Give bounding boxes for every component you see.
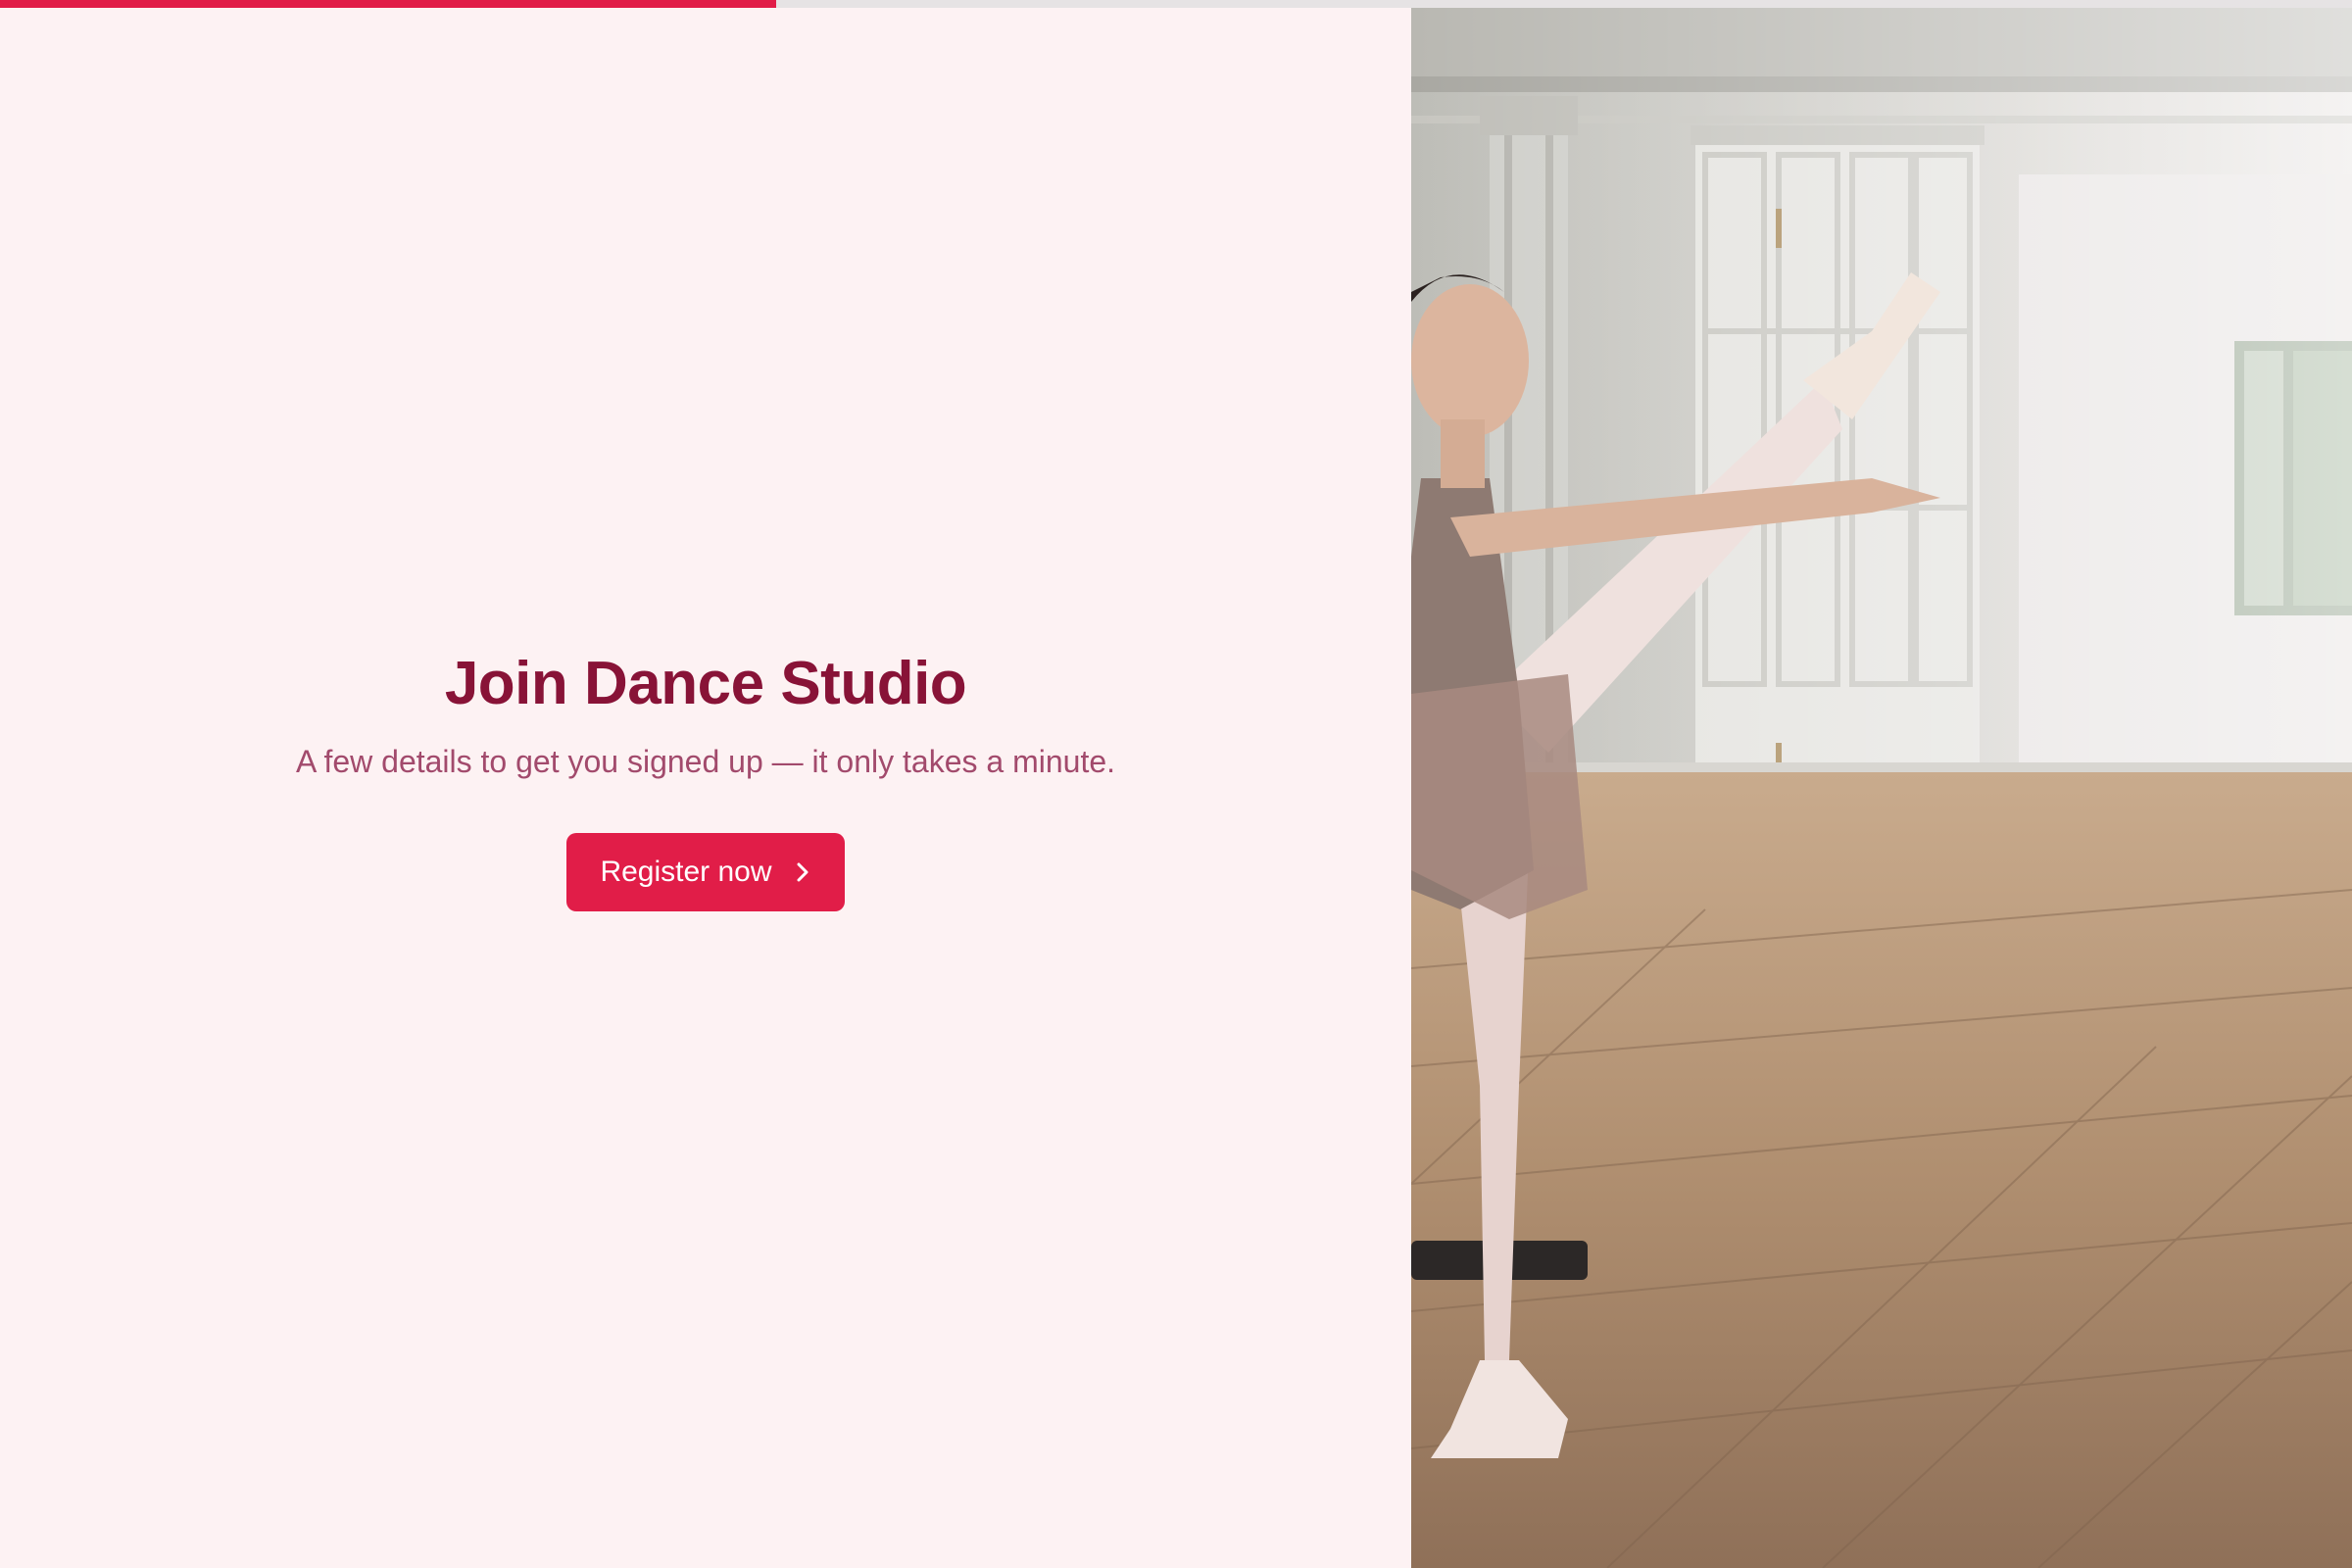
progress-bar [0, 0, 2352, 8]
ballerina-studio-photo [1411, 8, 2352, 1568]
chevron-right-icon [794, 861, 811, 883]
progress-bar-fill [0, 0, 776, 8]
register-now-button[interactable]: Register now [566, 833, 845, 911]
left-panel: Join Dance Studio A few details to get y… [0, 8, 1411, 1568]
hero-content: Join Dance Studio A few details to get y… [0, 645, 1411, 911]
register-now-label: Register now [600, 856, 772, 888]
page-subtitle: A few details to get you signed up — it … [295, 744, 1116, 779]
page-title: Join Dance Studio [444, 650, 967, 717]
